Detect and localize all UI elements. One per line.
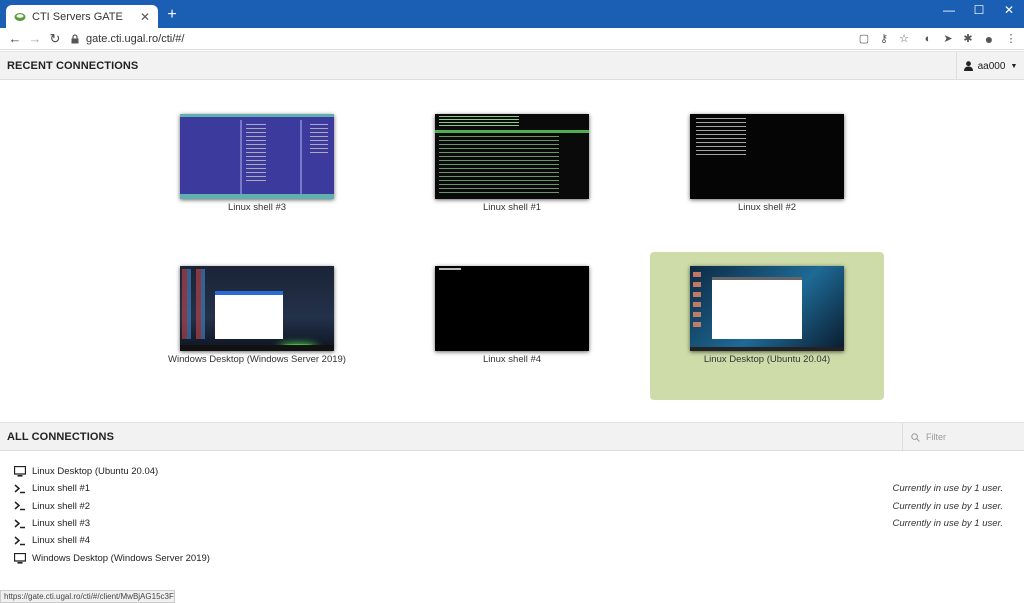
lock-icon [71, 34, 79, 44]
thumbnail-windows-desktop [180, 266, 334, 351]
clipboard-icon[interactable]: ▢ [856, 31, 872, 47]
window-close-icon[interactable]: ✕ [994, 0, 1024, 20]
monitor-icon [14, 466, 26, 478]
browser-titlebar: CTI Servers GATE ✕ + — ☐ ✕ [0, 0, 1024, 28]
forward-icon[interactable]: → [26, 30, 44, 48]
connection-linux-desktop[interactable]: Linux Desktop (Ubuntu 20.04) [14, 463, 1010, 480]
connection-label: Windows Desktop (Windows Server 2019) [32, 552, 210, 564]
browser-tab[interactable]: CTI Servers GATE ✕ [6, 5, 158, 28]
profile-icon[interactable]: ● [981, 31, 997, 47]
recent-tile-linux-shell-4[interactable]: Linux shell #4 [406, 252, 640, 400]
tile-label: Linux shell #4 [482, 354, 542, 365]
browser-toolbar: ← → ↻ gate.cti.ugal.ro/cti/#/ ▢ ⚷ ☆ ◐ ➤ … [0, 28, 1024, 50]
reload-icon[interactable]: ↻ [46, 30, 64, 48]
connection-linux-shell-3[interactable]: Linux shell #3 Currently in use by 1 use… [14, 515, 1010, 532]
address-bar[interactable]: gate.cti.ugal.ro/cti/#/ [70, 30, 848, 48]
connection-status: Currently in use by 1 user. [892, 500, 1003, 512]
monitor-icon [14, 552, 26, 564]
bookmark-star-icon[interactable]: ☆ [896, 31, 912, 47]
connection-label: Linux shell #2 [32, 500, 91, 512]
key-icon[interactable]: ⚷ [876, 31, 892, 47]
connection-status: Currently in use by 1 user. [892, 518, 1003, 530]
thumbnail-linux-shell-3 [180, 114, 334, 199]
back-icon[interactable]: ← [6, 30, 24, 48]
cursor-extension-icon[interactable]: ➤ [940, 31, 956, 47]
recent-tile-windows-desktop[interactable]: Windows Desktop (Windows Server 2019) [151, 252, 385, 400]
recent-connections-title: RECENT CONNECTIONS [7, 60, 139, 72]
address-url: gate.cti.ugal.ro/cti/#/ [86, 33, 185, 45]
all-connections-title: ALL CONNECTIONS [7, 431, 115, 443]
tile-label: Linux shell #2 [737, 202, 797, 213]
all-connections-list: Linux Desktop (Ubuntu 20.04) Linux shell… [14, 463, 1010, 567]
user-icon [963, 61, 973, 71]
filter-placeholder: Filter [926, 432, 946, 442]
thumbnail-linux-shell-2 [690, 114, 844, 199]
connection-windows-desktop[interactable]: Windows Desktop (Windows Server 2019) [14, 549, 1010, 566]
terminal-icon [14, 518, 26, 530]
recent-tile-linux-shell-1[interactable]: Linux shell #1 [406, 100, 640, 248]
link-status-bar: https://gate.cti.ugal.ro/cti/#/client/Mw… [0, 590, 175, 603]
extension-circle-icon[interactable]: ◐ [920, 31, 936, 47]
connection-linux-shell-2[interactable]: Linux shell #2 Currently in use by 1 use… [14, 498, 1010, 515]
caret-down-icon: ▼ [1010, 62, 1018, 70]
tile-label: Linux Desktop (Ubuntu 20.04) [703, 354, 831, 365]
maximize-icon[interactable]: ☐ [964, 0, 994, 20]
connection-status: Currently in use by 1 user. [892, 483, 1003, 495]
connection-label: Linux Desktop (Ubuntu 20.04) [32, 466, 159, 478]
terminal-icon [14, 500, 26, 512]
all-connections-header: ALL CONNECTIONS Filter [0, 422, 1024, 451]
connection-label: Linux shell #4 [32, 535, 91, 547]
connection-label: Linux shell #1 [32, 483, 91, 495]
thumbnail-linux-shell-4 [435, 266, 589, 351]
new-tab-button[interactable]: + [163, 5, 181, 25]
thumbnail-linux-desktop [690, 266, 844, 351]
connection-label: Linux shell #3 [32, 518, 91, 530]
user-menu[interactable]: aa000 ▼ [956, 52, 1024, 80]
minimize-icon[interactable]: — [934, 0, 964, 20]
recent-tile-linux-shell-3[interactable]: Linux shell #3 [151, 100, 385, 248]
extensions-puzzle-icon[interactable]: ✱ [960, 31, 976, 47]
connection-linux-shell-4[interactable]: Linux shell #4 [14, 532, 1010, 549]
connection-linux-shell-1[interactable]: Linux shell #1 Currently in use by 1 use… [14, 480, 1010, 497]
tile-label: Windows Desktop (Windows Server 2019) [168, 354, 346, 365]
tile-label: Linux shell #1 [482, 202, 542, 213]
terminal-icon [14, 535, 26, 547]
search-icon [911, 432, 920, 442]
gate-favicon-icon [14, 12, 26, 21]
recent-tile-linux-shell-2[interactable]: Linux shell #2 [661, 100, 895, 248]
tile-label: Linux shell #3 [227, 202, 287, 213]
username: aa000 [977, 60, 1006, 72]
recent-tile-linux-desktop[interactable]: Linux Desktop (Ubuntu 20.04) [650, 252, 884, 400]
browser-menu-icon[interactable]: ⋮ [1003, 31, 1019, 47]
tab-close-icon[interactable]: ✕ [138, 10, 152, 24]
recent-connections-header: RECENT CONNECTIONS aa000 ▼ [0, 51, 1024, 80]
terminal-icon [14, 483, 26, 495]
tab-title: CTI Servers GATE [32, 10, 123, 23]
filter-input[interactable]: Filter [902, 423, 1024, 451]
thumbnail-linux-shell-1 [435, 114, 589, 199]
